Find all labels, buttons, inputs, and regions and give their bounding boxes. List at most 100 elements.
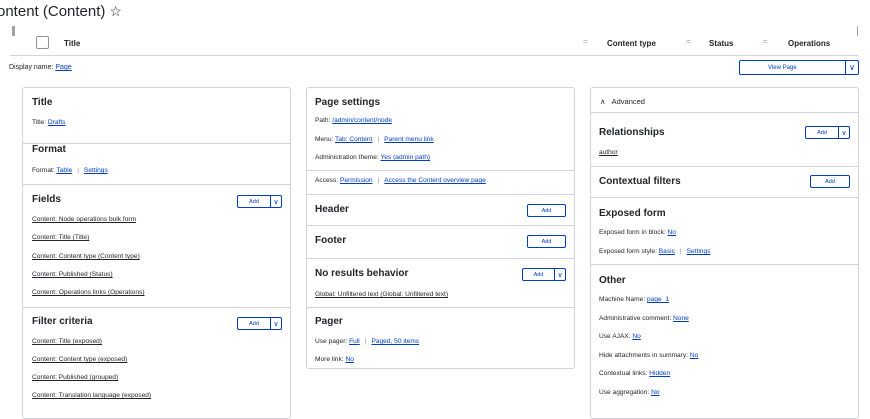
- filter-link[interactable]: Content: Content type (exposed): [32, 356, 127, 363]
- chevron-down-icon[interactable]: ∨: [845, 61, 858, 74]
- fields-add-button[interactable]: Add ∨: [237, 195, 282, 208]
- section-heading: Contextual filters: [599, 176, 681, 187]
- column-middle: Page settings Path: /admin/content/node …: [306, 87, 575, 369]
- section-filter-criteria: Filter criteria Add ∨ Content: Title (exp…: [23, 308, 290, 418]
- path-label: Path:: [315, 117, 331, 124]
- title-link[interactable]: Drafts: [48, 119, 66, 126]
- relationships-add-button[interactable]: Add ∨: [805, 126, 850, 139]
- other-label: Use aggregation:: [599, 389, 650, 396]
- menu-label: Menu:: [315, 136, 334, 143]
- display-name-label: Display name:: [9, 64, 54, 71]
- field-link[interactable]: Content: Content type (Content type): [32, 253, 140, 260]
- footer-add-button[interactable]: Add: [527, 235, 566, 248]
- theme-link[interactable]: Yes (admin path): [381, 154, 431, 161]
- section-heading: Format: [32, 144, 66, 155]
- section-header: Header Add: [307, 195, 574, 226]
- format-settings-link[interactable]: Settings: [84, 167, 108, 174]
- path-link[interactable]: /admin/content/node: [332, 117, 392, 124]
- add-label: Add: [533, 271, 544, 278]
- other-link[interactable]: Hidden: [649, 370, 670, 377]
- field-link[interactable]: Content: Operations links (Operations): [32, 289, 145, 296]
- access-permission-link[interactable]: Access the Content overview page: [384, 177, 486, 184]
- other-link[interactable]: None: [673, 315, 689, 322]
- format-link[interactable]: Table: [56, 167, 72, 174]
- chevron-down-icon[interactable]: ∨: [270, 318, 281, 329]
- section-heading: Relationships: [599, 127, 665, 138]
- section-heading: Exposed form: [599, 208, 666, 219]
- contextual-add-button[interactable]: Add: [810, 175, 850, 188]
- more-link-value[interactable]: No: [345, 356, 353, 363]
- other-link[interactable]: No: [632, 333, 640, 340]
- filter-add-button[interactable]: Add ∨: [237, 317, 282, 330]
- field-link[interactable]: Content: Published (Status): [32, 271, 113, 278]
- chevron-down-icon[interactable]: ∨: [270, 196, 281, 207]
- section-contextual-filters: Contextual filters Add: [591, 167, 858, 198]
- add-label: Add: [825, 178, 835, 185]
- separator: |: [377, 177, 380, 184]
- separator: |: [679, 248, 682, 255]
- other-row: Machine Name: page_1: [599, 296, 669, 303]
- select-all-checkbox[interactable]: [36, 36, 49, 49]
- title-label: Title:: [32, 119, 47, 126]
- column-operations[interactable]: Operations: [788, 39, 830, 48]
- pager-row: Use pager: Full | Paged, 50 items: [315, 338, 419, 345]
- other-label: Use AJAX:: [599, 333, 631, 340]
- field-link[interactable]: Content: Node operations bulk form: [32, 216, 136, 223]
- column-content-type[interactable]: Content type: [607, 39, 656, 48]
- relationship-link[interactable]: author: [599, 149, 618, 156]
- field-link[interactable]: Content: Title (Title): [32, 234, 89, 241]
- display-name: Display name: Page: [9, 64, 72, 71]
- advanced-toggle[interactable]: ∧ Advanced: [591, 88, 858, 113]
- section-heading: Footer: [315, 235, 347, 246]
- exposed-style-link[interactable]: Basic: [659, 248, 675, 255]
- section-title: Title Title: Drafts: [23, 88, 290, 144]
- chevron-down-icon[interactable]: ∨: [838, 127, 849, 138]
- more-link-row: More link: No: [315, 356, 354, 363]
- sort-icon: =: [686, 37, 691, 46]
- other-link[interactable]: No: [651, 389, 659, 396]
- exposed-block-label: Exposed form in block:: [599, 229, 666, 236]
- theme-row: Administration theme: Yes (admin path): [315, 154, 430, 161]
- parent-menu-link[interactable]: Parent menu link: [384, 136, 433, 143]
- no-results-add-button[interactable]: Add ∨: [522, 268, 566, 281]
- add-label: Add: [817, 129, 827, 136]
- column-left: Title Title: Drafts Format Format: Table…: [22, 87, 291, 419]
- chevron-down-icon[interactable]: ∨: [554, 269, 565, 280]
- other-label: Hide attachments in summary:: [599, 352, 689, 359]
- exposed-settings-link[interactable]: Settings: [687, 248, 711, 255]
- filter-link[interactable]: Content: Translation language (exposed): [32, 392, 151, 399]
- other-link[interactable]: page_1: [647, 296, 669, 303]
- page-title: ontent (Content) ☆: [0, 3, 122, 20]
- display-name-link[interactable]: Page: [55, 64, 71, 71]
- other-row: Administrative comment: None: [599, 315, 689, 322]
- advanced-row[interactable]: ∧ Advanced: [600, 97, 645, 106]
- add-label: Add: [541, 238, 552, 245]
- pager-detail-link[interactable]: Paged, 50 items: [371, 338, 419, 345]
- star-icon[interactable]: ☆: [109, 3, 122, 19]
- access-link[interactable]: Permission: [340, 177, 373, 184]
- exposed-block-link[interactable]: No: [668, 229, 676, 236]
- filter-link[interactable]: Content: Published (grouped): [32, 374, 118, 381]
- section-relationships: Relationships Add ∨ author: [591, 113, 858, 167]
- column-status[interactable]: Status: [709, 39, 733, 48]
- menu-link[interactable]: Tab: Content: [335, 136, 372, 143]
- pager-link[interactable]: Full: [349, 338, 360, 345]
- theme-label: Administration theme:: [315, 154, 379, 161]
- preview-table-header: Title = Content type = Status = Operatio…: [10, 26, 858, 56]
- section-heading: Other: [599, 275, 626, 286]
- view-page-button[interactable]: View Page ∨: [739, 60, 859, 75]
- more-link-label: More link:: [315, 356, 344, 363]
- no-results-link[interactable]: Global: Unfiltered text (Global: Unfilte…: [315, 291, 448, 298]
- section-heading: Page settings: [315, 97, 381, 108]
- page-title-text: ontent (Content): [0, 3, 106, 20]
- other-link[interactable]: No: [690, 352, 698, 359]
- section-heading: No results behavior: [315, 268, 409, 279]
- title-row: Title: Drafts: [32, 119, 65, 126]
- section-page-settings: Page settings Path: /admin/content/node …: [307, 88, 574, 195]
- header-add-button[interactable]: Add: [527, 204, 566, 217]
- sort-icon: =: [583, 37, 588, 46]
- filter-link[interactable]: Content: Title (exposed): [32, 338, 102, 345]
- path-row: Path: /admin/content/node: [315, 117, 392, 124]
- column-title[interactable]: Title: [64, 39, 80, 48]
- section-fields: Fields Add ∨ Content: Node operations bul…: [23, 185, 290, 308]
